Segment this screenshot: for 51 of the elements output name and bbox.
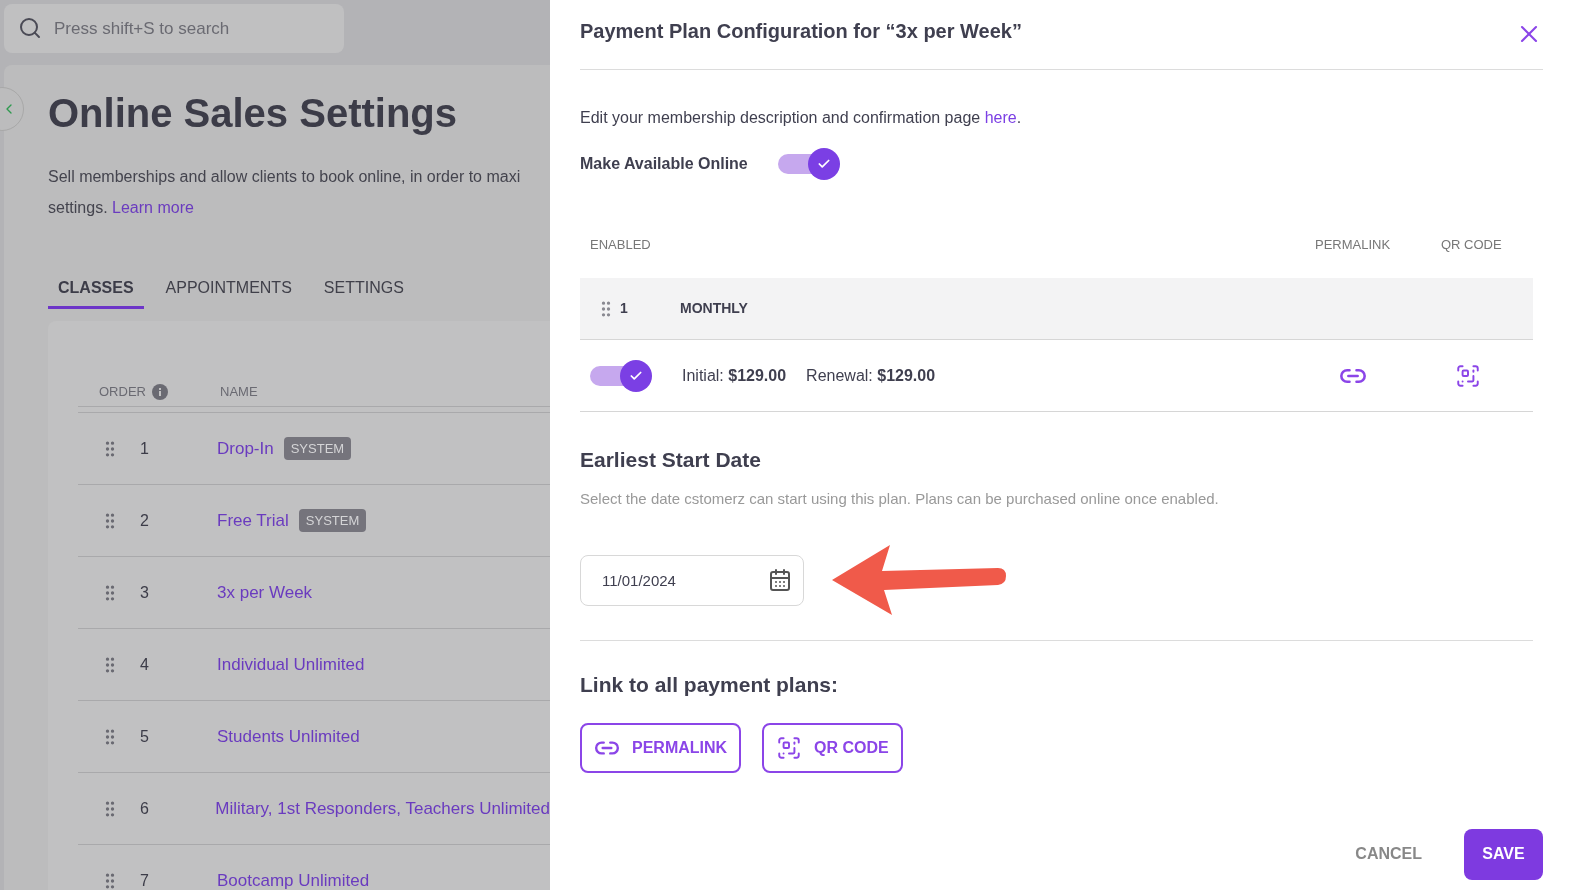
class-name-link[interactable]: Students Unlimited [217,723,360,750]
learn-more-link[interactable]: Learn more [112,199,194,216]
qr-code-button[interactable]: QR CODE [762,722,903,773]
start-date-heading: Earliest Start Date [580,447,762,473]
check-icon [816,157,831,171]
order-number: 5 [140,726,150,747]
cancel-button[interactable]: CANCEL [1345,828,1432,880]
order-number: 4 [140,654,150,675]
here-link[interactable]: here [984,109,1017,126]
date-field[interactable]: 11/01/2024 [580,554,804,606]
order-number: 3 [140,582,150,603]
order-number: 2 [140,510,150,531]
search-icon [18,16,42,40]
info-icon [151,383,168,400]
drawer-title: Payment Plan Configuration for “3x per Week” [580,19,1022,44]
page-title: Online Sales Settings [48,90,458,137]
order-number: 7 [140,870,150,890]
column-header: NAME [220,382,258,401]
order-number: 6 [140,798,150,819]
column-header: ORDER [99,382,146,401]
search-field[interactable]: Press shift+S to search [4,4,344,53]
group-order: 1 [620,299,629,318]
start-date-help: Select the date cstomerz can start using this plan. Plans can be purchased online once enabled. [580,488,1220,509]
column-header: ENABLED [590,236,652,255]
available-online-label: Make Available Online [580,154,748,174]
permalink-button[interactable]: PERMALINK [580,722,742,773]
tab[interactable]: APPOINTMENTS [155,269,302,309]
class-name-link[interactable]: Individual Unlimited [217,651,365,678]
group-name: MONTHLY [680,299,748,318]
calendar-icon [768,567,792,592]
class-name-link[interactable]: Free Trial [217,507,289,534]
toggle-switch[interactable] [590,359,652,392]
qr-code-icon [776,734,803,761]
tab[interactable]: SETTINGS [313,269,414,309]
intro-text: Edit your membership description and confirmation page here. [580,108,1023,128]
toggle-switch[interactable] [777,148,840,180]
class-name-link[interactable]: Bootcamp Unlimited [217,867,370,890]
system-badge: SYSTEM [283,436,352,461]
system-badge: SYSTEM [298,508,367,533]
save-button[interactable]: SAVE [1464,828,1543,880]
class-name-link[interactable]: Drop-In [217,435,274,462]
tab[interactable]: CLASSES [48,269,144,309]
price-text: Initial: $129.00 [682,365,787,386]
links-heading: Link to all payment plans: [580,672,839,698]
class-name-link[interactable]: 3x per Week [217,579,313,606]
price-text: Renewal: $129.00 [806,365,936,386]
column-header: QR CODE [1441,236,1503,255]
order-number: 1 [140,438,150,459]
class-name-link[interactable]: Military, 1st Responders, Teachers Unlimited [215,795,550,822]
column-header: PERMALINK [1315,236,1392,255]
page-description: Sell memberships and allow clients to book online, in order to maxi settings. Learn more [48,167,522,218]
